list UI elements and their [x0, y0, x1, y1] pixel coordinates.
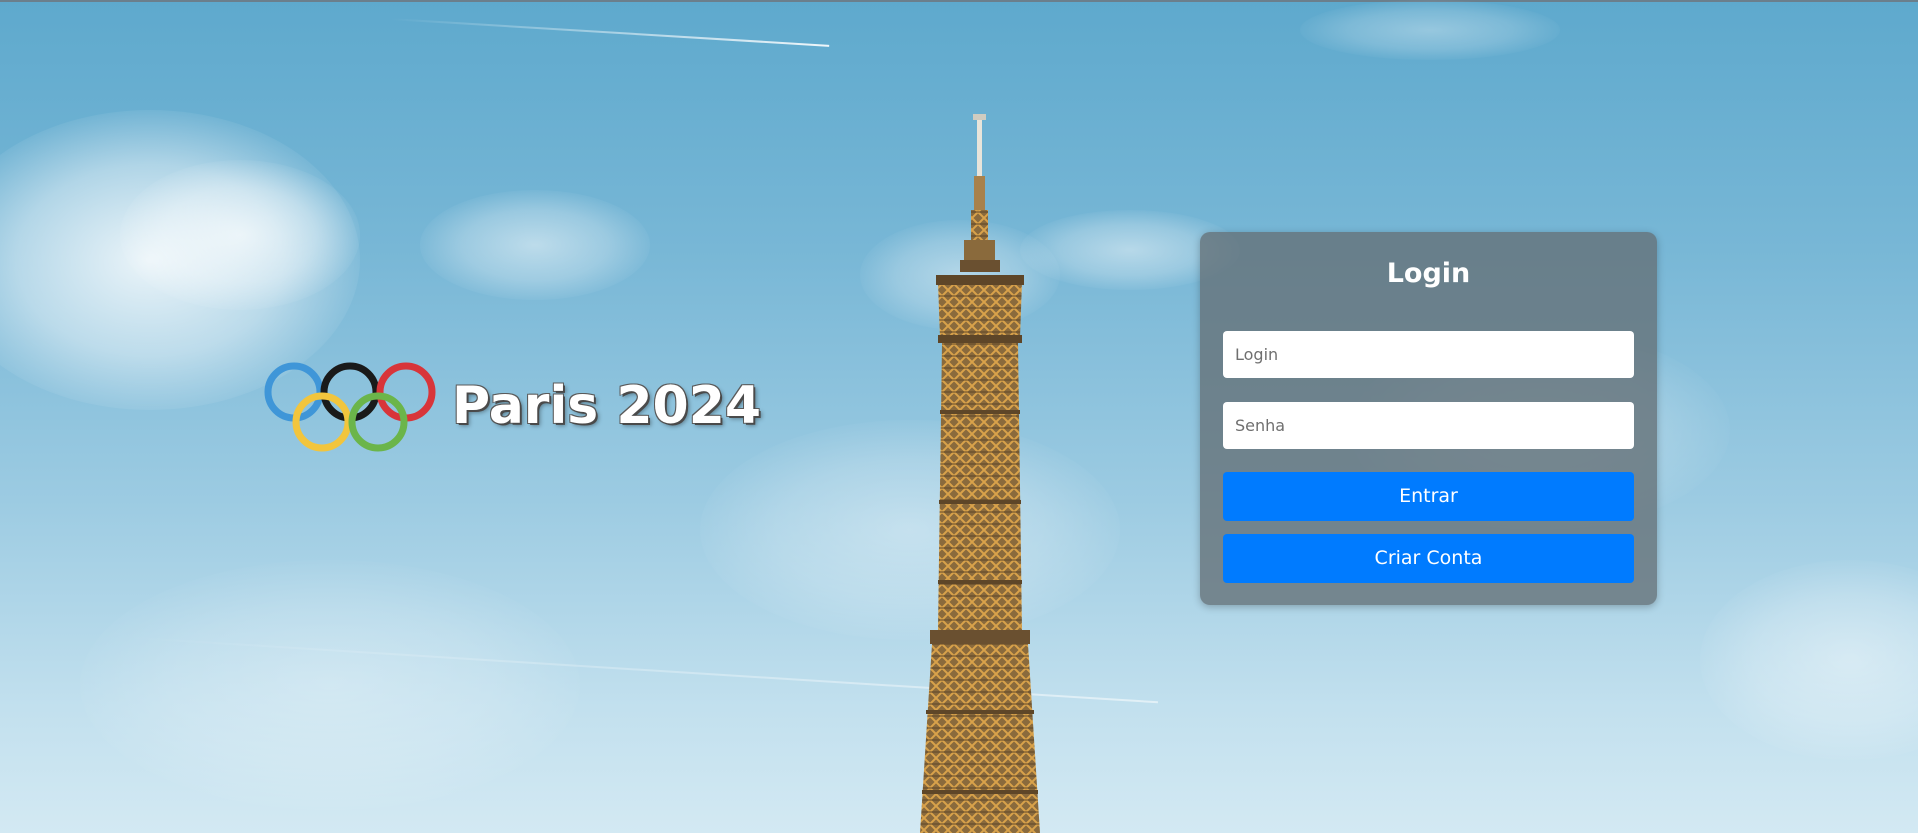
login-card: Login Entrar Criar Conta: [1200, 232, 1657, 605]
create-account-button[interactable]: Criar Conta: [1223, 534, 1634, 583]
cloud: [1700, 560, 1918, 760]
brand-logo: Paris 2024: [262, 360, 762, 460]
login-title: Login: [1386, 258, 1471, 289]
cloud: [420, 190, 650, 300]
password-input[interactable]: [1223, 402, 1634, 449]
cloud: [1300, 0, 1560, 60]
login-page: Paris 2024 Login Entrar Criar Conta: [0, 0, 1918, 833]
login-input[interactable]: [1223, 331, 1634, 378]
login-button[interactable]: Entrar: [1223, 472, 1634, 521]
olympic-rings-icon: [264, 362, 436, 452]
cloud: [120, 160, 360, 310]
eiffel-tower-image: [920, 114, 1040, 833]
brand-title: Paris 2024: [452, 376, 762, 436]
top-border: [0, 0, 1918, 2]
cloud: [80, 560, 580, 810]
contrail: [389, 18, 830, 47]
